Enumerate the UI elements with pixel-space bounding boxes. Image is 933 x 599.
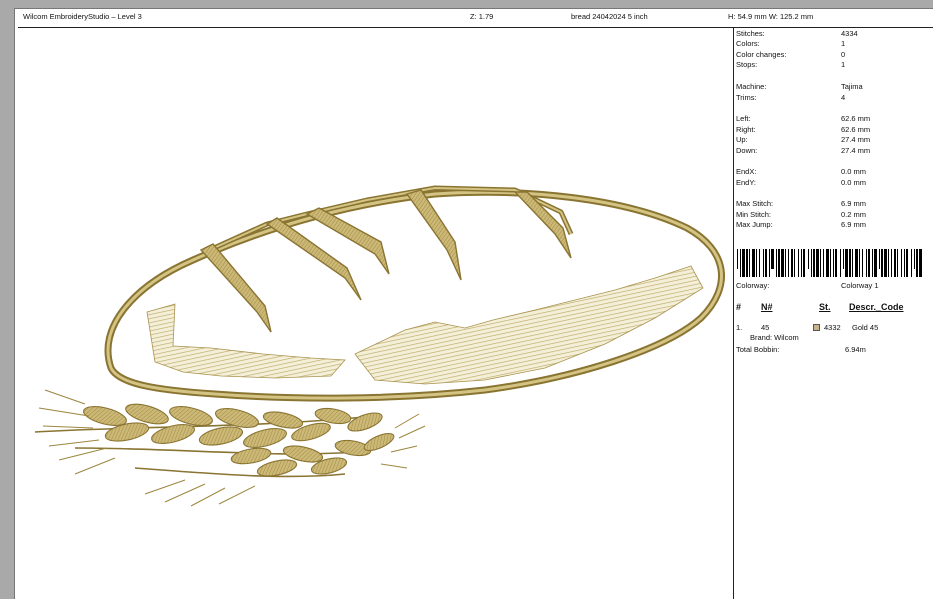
thread-color-swatch [813, 324, 820, 331]
stat-max-jump: Max Jump: 6.9 mm [736, 220, 867, 229]
table-header-number: N# [761, 302, 773, 312]
worksheet-header: Wilcom EmbroideryStudio – Level 3 Z: 1.7… [15, 9, 933, 25]
table-header-index: # [736, 302, 742, 312]
stat-max-stitch: Max Stitch: 6.9 mm [736, 199, 867, 208]
design-info-panel: Stitches: 4334 Colors: 1 Color changes: 0 S… [736, 29, 933, 599]
crust-fill-left [146, 303, 346, 379]
stat-down: Down: 27.4 mm [736, 146, 871, 155]
table-header-stitches: St. [819, 302, 831, 312]
total-bobbin-label: Total Bobbin: [736, 345, 780, 354]
stat-up: Up: 27.4 mm [736, 135, 871, 144]
stat-stitches: Stitches: 4334 [736, 29, 858, 38]
design-name: bread 24042024 5 inch [571, 12, 648, 21]
stat-end-y: EndY: 0.0 mm [736, 178, 867, 187]
stat-right: Right: 62.6 mm [736, 125, 871, 134]
stat-stops: Stops: 1 [736, 60, 846, 69]
stat-machine: Machine: Tajima [736, 82, 863, 91]
thread-description: Gold 45 [852, 323, 879, 332]
colorway-label: Colorway: [736, 281, 770, 290]
stat-trims: Trims: 4 [736, 93, 846, 102]
wheat-grains [83, 403, 395, 477]
stat-colors: Colors: 1 [736, 39, 846, 48]
thread-number: 45 [761, 323, 770, 332]
thread-stitch-count: 4332 [824, 323, 841, 332]
app-title: Wilcom EmbroideryStudio – Level 3 [23, 12, 142, 21]
total-bobbin-value: 6.94m [845, 345, 866, 354]
colorway-value: Colorway 1 [841, 281, 879, 290]
design-size: H: 54.9 mm W: 125.2 mm [728, 12, 814, 21]
loaf-score-marks [199, 189, 572, 333]
barcode [737, 249, 922, 277]
embroidery-design-preview [34, 185, 725, 507]
stat-min-stitch: Min Stitch: 0.2 mm [736, 210, 867, 219]
thread-brand: Brand: Wilcom [750, 333, 799, 342]
crust-fill-right [354, 265, 704, 385]
zoom-readout: Z: 1.79 [470, 12, 494, 21]
stat-left: Left: 62.6 mm [736, 114, 871, 123]
loaf-top-outline [203, 185, 574, 255]
production-worksheet: Wilcom EmbroideryStudio – Level 3 Z: 1.7… [14, 8, 933, 599]
thread-index: 1. [736, 323, 743, 332]
table-header-description: Descr._Code [849, 302, 904, 312]
stat-color-changes: Color changes: 0 [736, 50, 846, 59]
panel-divider [733, 27, 734, 599]
stat-end-x: EndX: 0.0 mm [736, 167, 867, 176]
